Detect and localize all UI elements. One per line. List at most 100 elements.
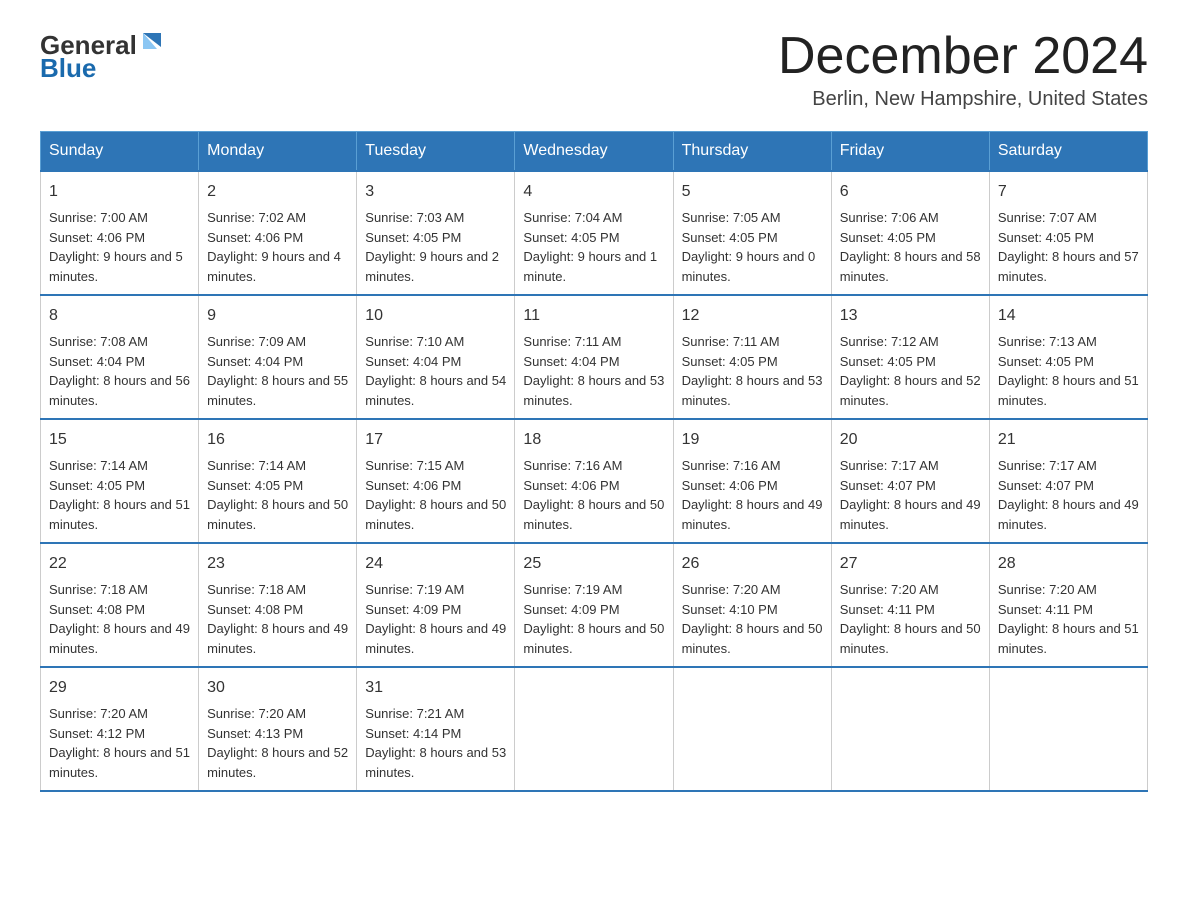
sunset-label: Sunset: 4:07 PM	[998, 478, 1094, 493]
day-number: 6	[840, 180, 981, 204]
day-cell-31: 31Sunrise: 7:21 AMSunset: 4:14 PMDayligh…	[357, 667, 515, 791]
sunset-label: Sunset: 4:05 PM	[682, 354, 778, 369]
sunset-label: Sunset: 4:04 PM	[523, 354, 619, 369]
day-cell-2: 2Sunrise: 7:02 AMSunset: 4:06 PMDaylight…	[199, 171, 357, 295]
daylight-label: Daylight: 8 hours and 49 minutes.	[998, 497, 1139, 532]
day-cell-1: 1Sunrise: 7:00 AMSunset: 4:06 PMDaylight…	[41, 171, 199, 295]
sunset-label: Sunset: 4:09 PM	[523, 602, 619, 617]
logo-icon	[139, 27, 167, 55]
sunrise-label: Sunrise: 7:17 AM	[840, 458, 939, 473]
daylight-label: Daylight: 8 hours and 52 minutes.	[840, 373, 981, 408]
sunset-label: Sunset: 4:05 PM	[365, 230, 461, 245]
sunset-label: Sunset: 4:05 PM	[998, 354, 1094, 369]
day-cell-17: 17Sunrise: 7:15 AMSunset: 4:06 PMDayligh…	[357, 419, 515, 543]
sunrise-label: Sunrise: 7:14 AM	[49, 458, 148, 473]
sunrise-label: Sunrise: 7:15 AM	[365, 458, 464, 473]
day-number: 3	[365, 180, 506, 204]
day-number: 22	[49, 552, 190, 576]
day-cell-15: 15Sunrise: 7:14 AMSunset: 4:05 PMDayligh…	[41, 419, 199, 543]
day-cell-29: 29Sunrise: 7:20 AMSunset: 4:12 PMDayligh…	[41, 667, 199, 791]
sunrise-label: Sunrise: 7:07 AM	[998, 210, 1097, 225]
day-number: 11	[523, 304, 664, 328]
day-cell-8: 8Sunrise: 7:08 AMSunset: 4:04 PMDaylight…	[41, 295, 199, 419]
daylight-label: Daylight: 8 hours and 51 minutes.	[998, 621, 1139, 656]
daylight-label: Daylight: 9 hours and 2 minutes.	[365, 249, 499, 284]
day-cell-28: 28Sunrise: 7:20 AMSunset: 4:11 PMDayligh…	[989, 543, 1147, 667]
sunset-label: Sunset: 4:12 PM	[49, 726, 145, 741]
week-row-1: 1Sunrise: 7:00 AMSunset: 4:06 PMDaylight…	[41, 171, 1148, 295]
sunrise-label: Sunrise: 7:08 AM	[49, 334, 148, 349]
day-cell-3: 3Sunrise: 7:03 AMSunset: 4:05 PMDaylight…	[357, 171, 515, 295]
week-row-2: 8Sunrise: 7:08 AMSunset: 4:04 PMDaylight…	[41, 295, 1148, 419]
day-number: 4	[523, 180, 664, 204]
daylight-label: Daylight: 8 hours and 49 minutes.	[49, 621, 190, 656]
daylight-label: Daylight: 8 hours and 51 minutes.	[49, 745, 190, 780]
day-cell-18: 18Sunrise: 7:16 AMSunset: 4:06 PMDayligh…	[515, 419, 673, 543]
day-cell-26: 26Sunrise: 7:20 AMSunset: 4:10 PMDayligh…	[673, 543, 831, 667]
sunrise-label: Sunrise: 7:11 AM	[523, 334, 621, 349]
sunset-label: Sunset: 4:05 PM	[49, 478, 145, 493]
sunrise-label: Sunrise: 7:19 AM	[523, 582, 622, 597]
sunrise-label: Sunrise: 7:17 AM	[998, 458, 1097, 473]
empty-cell	[515, 667, 673, 791]
sunrise-label: Sunrise: 7:20 AM	[840, 582, 939, 597]
day-number: 28	[998, 552, 1139, 576]
day-cell-14: 14Sunrise: 7:13 AMSunset: 4:05 PMDayligh…	[989, 295, 1147, 419]
sunrise-label: Sunrise: 7:16 AM	[682, 458, 781, 473]
daylight-label: Daylight: 8 hours and 50 minutes.	[365, 497, 506, 532]
daylight-label: Daylight: 8 hours and 50 minutes.	[523, 497, 664, 532]
sunrise-label: Sunrise: 7:14 AM	[207, 458, 306, 473]
sunset-label: Sunset: 4:05 PM	[840, 354, 936, 369]
daylight-label: Daylight: 8 hours and 49 minutes.	[682, 497, 823, 532]
day-number: 30	[207, 676, 348, 700]
day-cell-6: 6Sunrise: 7:06 AMSunset: 4:05 PMDaylight…	[831, 171, 989, 295]
sunrise-label: Sunrise: 7:21 AM	[365, 706, 464, 721]
day-cell-16: 16Sunrise: 7:14 AMSunset: 4:05 PMDayligh…	[199, 419, 357, 543]
sunset-label: Sunset: 4:06 PM	[207, 230, 303, 245]
sunrise-label: Sunrise: 7:20 AM	[207, 706, 306, 721]
day-cell-7: 7Sunrise: 7:07 AMSunset: 4:05 PMDaylight…	[989, 171, 1147, 295]
daylight-label: Daylight: 8 hours and 56 minutes.	[49, 373, 190, 408]
day-number: 21	[998, 428, 1139, 452]
sunset-label: Sunset: 4:06 PM	[49, 230, 145, 245]
day-cell-24: 24Sunrise: 7:19 AMSunset: 4:09 PMDayligh…	[357, 543, 515, 667]
day-number: 7	[998, 180, 1139, 204]
daylight-label: Daylight: 8 hours and 50 minutes.	[840, 621, 981, 656]
sunset-label: Sunset: 4:05 PM	[207, 478, 303, 493]
sunset-label: Sunset: 4:14 PM	[365, 726, 461, 741]
day-number: 27	[840, 552, 981, 576]
day-header-monday: Monday	[199, 132, 357, 172]
daylight-label: Daylight: 8 hours and 57 minutes.	[998, 249, 1139, 284]
sunset-label: Sunset: 4:05 PM	[523, 230, 619, 245]
day-number: 24	[365, 552, 506, 576]
sunrise-label: Sunrise: 7:20 AM	[998, 582, 1097, 597]
sunrise-label: Sunrise: 7:05 AM	[682, 210, 781, 225]
sunset-label: Sunset: 4:05 PM	[840, 230, 936, 245]
day-header-friday: Friday	[831, 132, 989, 172]
calendar-table: SundayMondayTuesdayWednesdayThursdayFrid…	[40, 131, 1148, 792]
day-number: 1	[49, 180, 190, 204]
logo-blue: Blue	[40, 53, 96, 84]
day-cell-11: 11Sunrise: 7:11 AMSunset: 4:04 PMDayligh…	[515, 295, 673, 419]
empty-cell	[989, 667, 1147, 791]
day-number: 20	[840, 428, 981, 452]
sunset-label: Sunset: 4:09 PM	[365, 602, 461, 617]
day-number: 18	[523, 428, 664, 452]
sunset-label: Sunset: 4:07 PM	[840, 478, 936, 493]
day-number: 19	[682, 428, 823, 452]
day-header-sunday: Sunday	[41, 132, 199, 172]
sunrise-label: Sunrise: 7:19 AM	[365, 582, 464, 597]
daylight-label: Daylight: 9 hours and 5 minutes.	[49, 249, 183, 284]
day-number: 31	[365, 676, 506, 700]
day-cell-20: 20Sunrise: 7:17 AMSunset: 4:07 PMDayligh…	[831, 419, 989, 543]
empty-cell	[831, 667, 989, 791]
day-cell-10: 10Sunrise: 7:10 AMSunset: 4:04 PMDayligh…	[357, 295, 515, 419]
empty-cell	[673, 667, 831, 791]
day-cell-22: 22Sunrise: 7:18 AMSunset: 4:08 PMDayligh…	[41, 543, 199, 667]
day-number: 26	[682, 552, 823, 576]
sunrise-label: Sunrise: 7:20 AM	[682, 582, 781, 597]
day-cell-4: 4Sunrise: 7:04 AMSunset: 4:05 PMDaylight…	[515, 171, 673, 295]
daylight-label: Daylight: 8 hours and 50 minutes.	[682, 621, 823, 656]
day-number: 10	[365, 304, 506, 328]
week-row-3: 15Sunrise: 7:14 AMSunset: 4:05 PMDayligh…	[41, 419, 1148, 543]
